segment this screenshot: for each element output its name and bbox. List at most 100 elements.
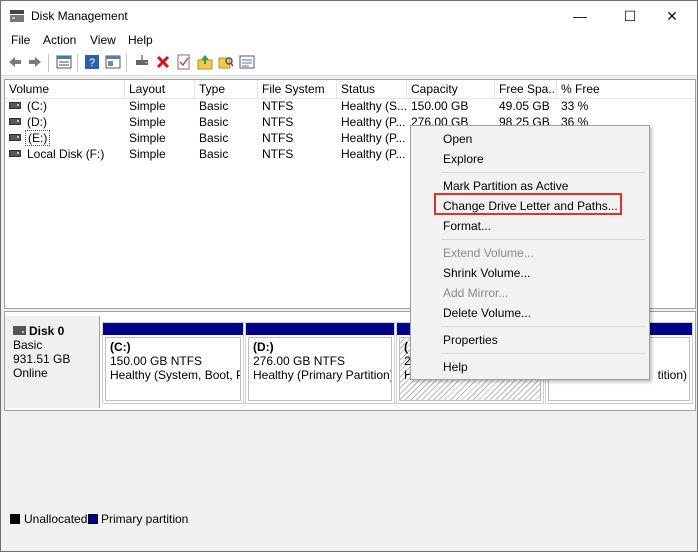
drive-icon — [9, 118, 21, 125]
partition-body: (C:) 150.00 GB NTFS Healthy (System, Boo… — [105, 337, 241, 401]
partition-status: Healthy (System, Boot, Pag — [110, 368, 240, 382]
context-menu: Open Explore Mark Partition as Active Ch… — [410, 125, 650, 380]
partition-body: (D:) 276.00 GB NTFS Healthy (Primary Par… — [248, 337, 392, 401]
menu-file[interactable]: File — [11, 33, 30, 47]
disk-state: Online — [13, 366, 48, 380]
cell-type: Basic — [199, 147, 229, 161]
toolbar-separator — [48, 54, 49, 72]
table-row[interactable]: (C:) Simple Basic NTFS Healthy (S... 150… — [5, 98, 695, 114]
toolbar: ? — [1, 51, 697, 76]
menu-item-shrink-volume[interactable]: Shrink Volume... — [443, 266, 530, 280]
legend: Unallocated Primary partition — [4, 509, 694, 529]
cell-type: Basic — [199, 115, 229, 129]
cell-file-system: NTFS — [262, 99, 294, 113]
folder-up-icon[interactable] — [197, 54, 213, 70]
connect-disk-icon[interactable] — [134, 54, 150, 70]
menu-item-properties[interactable]: Properties — [443, 333, 498, 347]
column-percent-free[interactable]: % Free — [557, 80, 695, 98]
primary-partition-bar — [246, 323, 394, 335]
disk-icon — [13, 326, 26, 335]
partition-d[interactable]: (D:) 276.00 GB NTFS Healthy (Primary Par… — [245, 322, 395, 404]
column-status[interactable]: Status — [337, 80, 407, 98]
menu-separator — [441, 326, 645, 327]
cell-percent-free: 33 % — [561, 99, 589, 113]
menu-item-open[interactable]: Open — [443, 132, 472, 146]
primary-partition-bar — [103, 323, 243, 335]
disk-0-label[interactable]: Disk 0 Basic 931.51 GB Online — [5, 316, 100, 408]
checklist-icon[interactable] — [176, 54, 192, 70]
minimize-button[interactable]: — — [557, 1, 603, 31]
menu-action[interactable]: Action — [43, 33, 76, 47]
drive-icon — [9, 134, 21, 141]
search-folder-icon[interactable] — [218, 54, 234, 70]
menu-separator — [441, 239, 645, 240]
menu-help[interactable]: Help — [128, 33, 153, 47]
cell-file-system: NTFS — [262, 115, 294, 129]
cell-layout: Simple — [129, 115, 166, 129]
cell-volume: (E:) — [25, 130, 51, 146]
legend-unallocated: Unallocated — [24, 512, 88, 526]
cell-layout: Simple — [129, 99, 166, 113]
primary-partition-swatch — [88, 514, 98, 524]
title-bar[interactable]: Disk Management — ☐ ✕ — [1, 1, 697, 31]
menu-separator — [441, 172, 645, 173]
cell-status: Healthy (S... — [341, 99, 408, 113]
cell-status: Healthy (P... — [341, 131, 406, 145]
forward-arrow-icon[interactable] — [27, 54, 43, 70]
cell-volume: Local Disk (F:) — [27, 147, 105, 161]
toolbar-separator — [126, 54, 127, 72]
cell-status: Healthy (P... — [341, 147, 406, 161]
partition-status: tition) — [657, 368, 687, 382]
cell-layout: Simple — [129, 131, 166, 145]
partition-title: ( — [404, 340, 408, 354]
partition-status: Healthy (Primary Partition) — [253, 368, 392, 382]
unallocated-swatch — [10, 514, 20, 524]
cell-free-space: 49.05 GB — [499, 99, 550, 113]
cell-file-system: NTFS — [262, 131, 294, 145]
partition-size: 150.00 GB NTFS — [110, 354, 203, 368]
maximize-button[interactable]: ☐ — [607, 1, 653, 31]
menu-bar: File Action View Help — [1, 31, 697, 51]
console-window-icon[interactable] — [105, 54, 121, 70]
properties-list-icon[interactable] — [56, 54, 72, 70]
svg-text:?: ? — [89, 57, 95, 69]
column-capacity[interactable]: Capacity — [407, 80, 495, 98]
menu-item-help[interactable]: Help — [443, 360, 468, 374]
cell-status: Healthy (P... — [341, 115, 406, 129]
menu-separator — [441, 353, 645, 354]
legend-primary-partition: Primary partition — [101, 512, 189, 526]
close-button[interactable]: ✕ — [649, 1, 695, 31]
menu-view[interactable]: View — [90, 33, 116, 47]
list-header: Volume Layout Type File System Status Ca… — [5, 80, 695, 99]
menu-item-delete-volume[interactable]: Delete Volume... — [443, 306, 531, 320]
drive-icon — [9, 150, 21, 157]
menu-item-extend-volume: Extend Volume... — [443, 246, 534, 260]
disk-size: 931.51 GB — [13, 352, 71, 366]
cell-layout: Simple — [129, 147, 166, 161]
settings-panel-icon[interactable] — [239, 54, 255, 70]
highlight-annotation-box — [434, 193, 622, 215]
cell-type: Basic — [199, 131, 229, 145]
toolbar-separator — [77, 54, 78, 72]
menu-item-format[interactable]: Format... — [443, 219, 491, 233]
column-volume[interactable]: Volume — [5, 80, 125, 98]
cell-volume: (C:) — [27, 99, 47, 113]
partition-c[interactable]: (C:) 150.00 GB NTFS Healthy (System, Boo… — [102, 322, 244, 404]
column-layout[interactable]: Layout — [125, 80, 195, 98]
drive-icon — [9, 102, 21, 109]
help-icon[interactable]: ? — [84, 54, 100, 70]
cell-volume: (D:) — [27, 115, 47, 129]
back-arrow-icon[interactable] — [7, 54, 23, 70]
disk-management-icon — [10, 10, 24, 22]
disk-name: Disk 0 — [29, 324, 65, 338]
menu-item-mark-active[interactable]: Mark Partition as Active — [443, 179, 568, 193]
disk-type: Basic — [13, 338, 43, 352]
menu-item-add-mirror: Add Mirror... — [443, 286, 509, 300]
menu-item-explore[interactable]: Explore — [443, 152, 484, 166]
cell-file-system: NTFS — [262, 147, 294, 161]
column-file-system[interactable]: File System — [258, 80, 337, 98]
delete-x-icon[interactable] — [155, 54, 171, 70]
column-free-space[interactable]: Free Spa... — [495, 80, 557, 98]
column-type[interactable]: Type — [195, 80, 258, 98]
cell-type: Basic — [199, 99, 229, 113]
